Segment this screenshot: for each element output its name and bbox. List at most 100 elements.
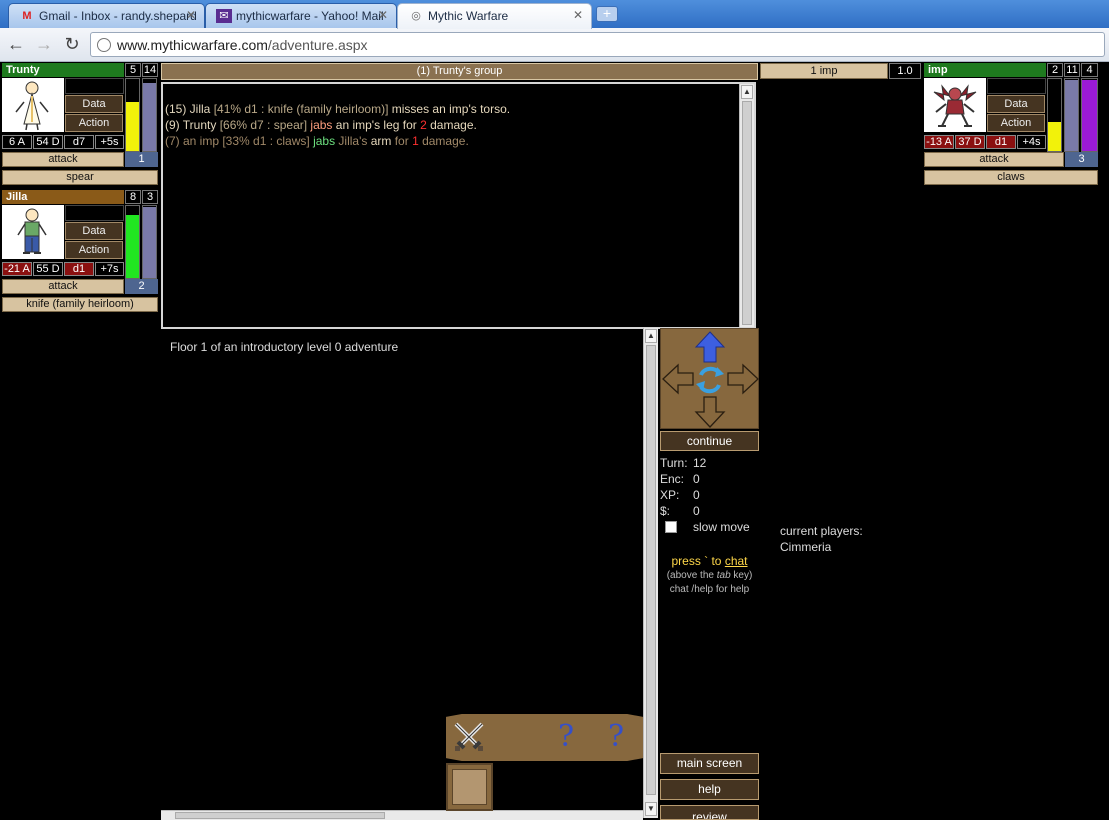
chat-hint-text: key) [730, 570, 753, 581]
scroll-up-arrow-icon[interactable]: ▲ [645, 329, 657, 343]
log-segment: misses an imp's torso. [388, 102, 511, 116]
data-button[interactable]: Data [65, 95, 123, 113]
slow-move-checkbox[interactable] [665, 521, 677, 533]
review-button[interactable]: review [660, 805, 759, 820]
enemy-level: 2 [1047, 63, 1063, 77]
unknown-ability-icon[interactable]: ? [608, 719, 624, 754]
log-line: (7) an imp [33% d1 : claws] jabs Jilla's… [165, 133, 510, 149]
health-fill [1048, 122, 1061, 151]
movement-pad [660, 328, 759, 429]
item-slot[interactable] [446, 763, 493, 811]
damage-die-stat: d1 [986, 135, 1016, 149]
stat-value: 0 [693, 504, 700, 518]
mana-fill [143, 82, 156, 151]
log-scrollbar[interactable]: ▲ [739, 84, 754, 327]
weapon-select[interactable]: knife (family heirloom) [2, 297, 158, 312]
action-slot-number: 3 [1065, 152, 1098, 167]
stat-value: 0 [693, 472, 700, 486]
floor-description: Floor 1 of an introductory level 0 adven… [170, 340, 399, 354]
stat-value: 0 [693, 488, 700, 502]
log-segment: arm [370, 134, 392, 148]
tab-gmail[interactable]: M Gmail - Inbox - randy.shepard ✕ [8, 3, 205, 28]
action-button[interactable]: Action [65, 241, 123, 259]
move-up-arrow-icon[interactable] [694, 331, 726, 363]
reload-icon[interactable]: ↻ [60, 34, 84, 54]
continue-button[interactable]: continue [660, 431, 759, 451]
action-button[interactable]: Action [987, 114, 1045, 132]
chat-link[interactable]: chat [725, 554, 748, 568]
rotate-icon[interactable] [696, 366, 724, 394]
map-horizontal-scrollbar[interactable] [161, 810, 643, 820]
map-vertical-scrollbar[interactable]: ▲ ▼ [643, 328, 658, 818]
tab-yahoo-mail[interactable]: ✉ mythicwarfare - Yahoo! Mail ✕ [205, 3, 397, 28]
scroll-thumb[interactable] [175, 812, 385, 819]
defense-stat: 54 D [33, 135, 63, 149]
enemy-group-label: 1 imp [760, 63, 888, 79]
data-button[interactable]: Data [987, 95, 1045, 113]
group-header: (1) Trunty's group [161, 63, 758, 80]
scroll-thumb[interactable] [742, 101, 752, 325]
chat-hint-line2: (above the tab key) [660, 569, 759, 583]
character-name[interactable]: Jilla [2, 190, 124, 204]
move-down-arrow-icon[interactable] [694, 396, 726, 428]
scroll-down-arrow-icon[interactable]: ▼ [645, 802, 657, 816]
move-left-arrow-icon[interactable] [662, 363, 694, 395]
character-name[interactable]: Trunty [2, 63, 124, 77]
chat-hint-text: (above the [666, 570, 717, 581]
ability-bar: ? ? [446, 714, 643, 761]
character-count: 3 [142, 190, 158, 204]
enemy-portrait[interactable] [924, 78, 986, 132]
speed-stat: +4s [1017, 135, 1046, 149]
character-count: 14 [142, 63, 158, 77]
globe-icon: ◎ [411, 10, 421, 22]
status-box [987, 78, 1046, 94]
log-segment: damage. [418, 134, 469, 148]
log-segment: jabs [307, 118, 333, 132]
character-portrait[interactable] [2, 205, 64, 259]
weapon-select[interactable]: spear [2, 170, 158, 185]
damage-die-stat: d7 [64, 135, 94, 149]
attack-stat: -13 A [924, 135, 954, 149]
combat-action-select[interactable]: attack [924, 152, 1064, 167]
character-portrait[interactable] [2, 78, 64, 132]
data-button[interactable]: Data [65, 222, 123, 240]
mana-bar [1064, 78, 1079, 152]
tab-title: mythicwarfare - Yahoo! Mail [236, 9, 384, 23]
log-segment: Jilla's [335, 134, 371, 148]
unknown-ability-icon[interactable]: ? [558, 719, 574, 754]
page-info-icon [97, 38, 111, 52]
combat-log-lines: (15) Jilla [41% d1 : knife (family heirl… [165, 101, 510, 149]
combat-action-select[interactable]: attack [2, 279, 124, 294]
tab-title: Gmail - Inbox - randy.shepard [39, 9, 197, 23]
character-level: 8 [125, 190, 141, 204]
weapon-select[interactable]: claws [924, 170, 1098, 185]
address-bar[interactable]: www.mythicwarfare.com/adventure.aspx [90, 32, 1105, 57]
log-segment: damage. [426, 118, 477, 132]
enemy-extra: 4 [1081, 63, 1098, 77]
action-button[interactable]: Action [65, 114, 123, 132]
health-bar [125, 205, 140, 279]
mana-fill [1065, 80, 1078, 151]
move-right-arrow-icon[interactable] [727, 363, 759, 395]
close-tab-icon[interactable]: ✕ [186, 8, 196, 22]
player-name[interactable]: Cimmeria [780, 539, 863, 555]
scroll-up-arrow-icon[interactable]: ▲ [741, 85, 753, 99]
new-tab-button[interactable]: + [596, 6, 618, 22]
combat-log: (15) Jilla [41% d1 : knife (family heirl… [161, 82, 756, 329]
health-fill [126, 214, 139, 278]
tab-mythic-warfare[interactable]: ◎ Mythic Warfare ✕ [397, 3, 592, 29]
main-screen-button[interactable]: main screen [660, 753, 759, 774]
forward-arrow-icon[interactable]: → [32, 34, 56, 54]
combat-action-select[interactable]: attack [2, 152, 124, 167]
crossed-swords-icon[interactable] [452, 720, 486, 754]
close-tab-icon[interactable]: ✕ [573, 8, 583, 22]
back-arrow-icon[interactable]: ← [4, 34, 28, 54]
close-tab-icon[interactable]: ✕ [378, 8, 388, 22]
scroll-thumb[interactable] [646, 345, 656, 795]
log-segment: 2 [420, 118, 427, 132]
enemy-name[interactable]: imp [924, 63, 1046, 77]
help-button[interactable]: help [660, 779, 759, 800]
damage-die-stat: d1 [64, 262, 94, 276]
enemy-group-value: 1.0 [889, 63, 921, 79]
chat-hint: press ` to chat (above the tab key) chat… [660, 553, 759, 597]
